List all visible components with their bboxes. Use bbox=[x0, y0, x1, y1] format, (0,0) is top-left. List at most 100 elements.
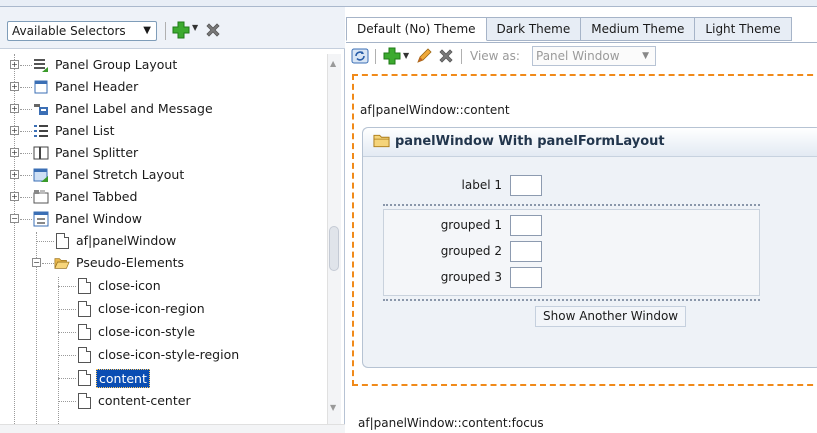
tree-item-panel-label-and-message[interactable]: + Panel Label and Message bbox=[0, 98, 320, 120]
tree-item-pseudo-elements[interactable]: − Pseudo-Elements bbox=[0, 252, 320, 274]
tree-item-label: Panel Label and Message bbox=[55, 101, 213, 116]
tab-default-theme[interactable]: Default (No) Theme bbox=[346, 17, 487, 41]
tree-connector bbox=[20, 109, 32, 110]
tree-connector bbox=[58, 286, 76, 287]
tree-item-label: close-icon-style-region bbox=[98, 347, 240, 362]
tree-item-label: Panel Group Layout bbox=[55, 57, 178, 72]
add-menu-chevron-icon[interactable]: ▼ bbox=[403, 51, 409, 60]
chevron-down-icon: ▼ bbox=[642, 51, 649, 61]
expand-icon[interactable]: + bbox=[10, 82, 19, 91]
tree-item-close-icon-style-region[interactable]: close-icon-style-region bbox=[0, 344, 320, 366]
grouped-2-input[interactable] bbox=[510, 241, 542, 262]
view-as-label: View as: bbox=[470, 49, 520, 63]
view-as-value: Panel Window bbox=[536, 49, 620, 63]
toolbar-separator bbox=[375, 49, 376, 64]
label-1-input[interactable] bbox=[510, 175, 542, 196]
tree-item-label: af|panelWindow bbox=[76, 233, 177, 248]
tree-item-panel-tabbed[interactable]: + Panel Tabbed bbox=[0, 186, 320, 208]
expand-icon[interactable]: + bbox=[10, 192, 19, 201]
toolbar-separator bbox=[165, 22, 166, 40]
tree-horizontal-scrollbar[interactable] bbox=[0, 424, 345, 433]
add-icon[interactable] bbox=[171, 20, 191, 40]
form-row: label 1 bbox=[375, 174, 760, 198]
expand-icon[interactable]: + bbox=[10, 104, 19, 113]
preview-pane: Default (No) Theme Dark Theme Medium The… bbox=[346, 7, 817, 430]
folder-icon bbox=[373, 134, 390, 148]
theme-tabs: Default (No) Theme Dark Theme Medium The… bbox=[346, 17, 792, 41]
tree-connector bbox=[20, 131, 32, 132]
tree-item-panel-splitter[interactable]: + Panel Splitter bbox=[0, 142, 320, 164]
tree-item-panel-list[interactable]: + Panel List bbox=[0, 120, 320, 142]
collapse-icon[interactable]: − bbox=[10, 214, 19, 223]
tree-item-close-icon[interactable]: close-icon bbox=[0, 275, 320, 297]
tree-item-close-icon-style[interactable]: close-icon-style bbox=[0, 321, 320, 343]
page-icon bbox=[78, 278, 91, 294]
tree-connector bbox=[58, 355, 76, 356]
edit-icon[interactable] bbox=[414, 46, 434, 66]
scroll-down-icon[interactable]: ▼ bbox=[330, 403, 336, 412]
tree-item-label: content-center bbox=[98, 393, 191, 408]
field-label: grouped 3 bbox=[440, 270, 502, 284]
tree-item-label: close-icon-style bbox=[98, 324, 196, 339]
page-icon bbox=[78, 393, 91, 409]
page-icon bbox=[78, 370, 91, 386]
expand-icon[interactable]: + bbox=[10, 60, 19, 69]
panel-splitter-icon bbox=[33, 146, 49, 160]
show-another-window-button[interactable]: Show Another Window bbox=[535, 306, 687, 327]
tree-scrollbar-thumb[interactable] bbox=[329, 226, 339, 271]
tab-dark-theme[interactable]: Dark Theme bbox=[486, 17, 582, 41]
form-separator bbox=[383, 299, 760, 301]
refresh-icon[interactable] bbox=[350, 46, 370, 66]
tree-item-panel-header[interactable]: + Panel Header bbox=[0, 76, 320, 98]
panel-header-icon bbox=[34, 80, 48, 94]
tree-connector bbox=[20, 197, 32, 198]
tree-connector bbox=[20, 65, 32, 66]
expand-icon[interactable]: + bbox=[10, 170, 19, 179]
tree-item-close-icon-region[interactable]: close-icon-region bbox=[0, 298, 320, 320]
grouped-3-input[interactable] bbox=[510, 267, 542, 288]
form-row: grouped 3 bbox=[375, 266, 760, 290]
tree-connector bbox=[58, 378, 76, 379]
tree-item-label: Panel List bbox=[55, 123, 115, 138]
panel-window-icon bbox=[33, 211, 49, 227]
tree-connector bbox=[58, 332, 76, 333]
delete-icon[interactable] bbox=[203, 20, 223, 40]
field-label: label 1 bbox=[461, 178, 502, 192]
expand-icon[interactable]: + bbox=[10, 126, 19, 135]
panel-window-title: panelWindow With panelFormLayout bbox=[395, 134, 665, 149]
page-icon bbox=[78, 301, 91, 317]
page-icon bbox=[56, 233, 69, 249]
available-selectors-dropdown[interactable]: Available Selectors ▼ bbox=[7, 21, 157, 41]
view-as-dropdown[interactable]: Panel Window ▼ bbox=[532, 46, 656, 66]
tree-item-panel-stretch-layout[interactable]: + Panel Stretch Layout bbox=[0, 164, 320, 186]
add-menu-chevron-icon[interactable]: ▼ bbox=[192, 23, 198, 32]
tree-item-content-center[interactable]: content-center bbox=[0, 390, 320, 412]
tree-connector bbox=[20, 219, 32, 220]
tab-light-theme[interactable]: Light Theme bbox=[695, 17, 792, 41]
panel-group-layout-icon bbox=[34, 59, 48, 72]
add-icon[interactable] bbox=[382, 46, 402, 66]
selectors-toolbar: Available Selectors ▼ ▼ bbox=[0, 7, 345, 49]
tree-item-panel-window[interactable]: − Panel Window bbox=[0, 208, 320, 230]
scroll-up-icon[interactable]: ▲ bbox=[330, 59, 336, 68]
tree-item-af-panelwindow[interactable]: af|panelWindow bbox=[0, 230, 320, 252]
collapse-icon[interactable]: − bbox=[32, 258, 41, 267]
tree-connector bbox=[36, 241, 54, 242]
tree-item-label: Panel Stretch Layout bbox=[55, 167, 185, 182]
form-row: grouped 1 bbox=[375, 214, 760, 238]
preview-toolbar: ▼ View as: Panel Window ▼ bbox=[346, 42, 817, 70]
grouped-1-input[interactable] bbox=[510, 215, 542, 236]
chevron-down-icon: ▼ bbox=[143, 25, 151, 36]
tree-connector bbox=[42, 263, 54, 264]
tab-medium-theme[interactable]: Medium Theme bbox=[581, 17, 696, 41]
tree-item-panel-group-layout[interactable]: + Panel Group Layout bbox=[0, 54, 320, 76]
expand-icon[interactable]: + bbox=[10, 148, 19, 157]
tree-item-content[interactable]: content bbox=[0, 367, 320, 389]
delete-icon[interactable] bbox=[436, 46, 456, 66]
next-selector-title: af|panelWindow::content:focus bbox=[358, 416, 544, 430]
folder-open-icon bbox=[54, 258, 70, 269]
panel-window-header: panelWindow With panelFormLayout bbox=[363, 128, 817, 157]
tree-connector bbox=[20, 87, 32, 88]
tree-item-label: Panel Window bbox=[55, 211, 142, 226]
tree-item-label: Panel Tabbed bbox=[55, 189, 138, 204]
